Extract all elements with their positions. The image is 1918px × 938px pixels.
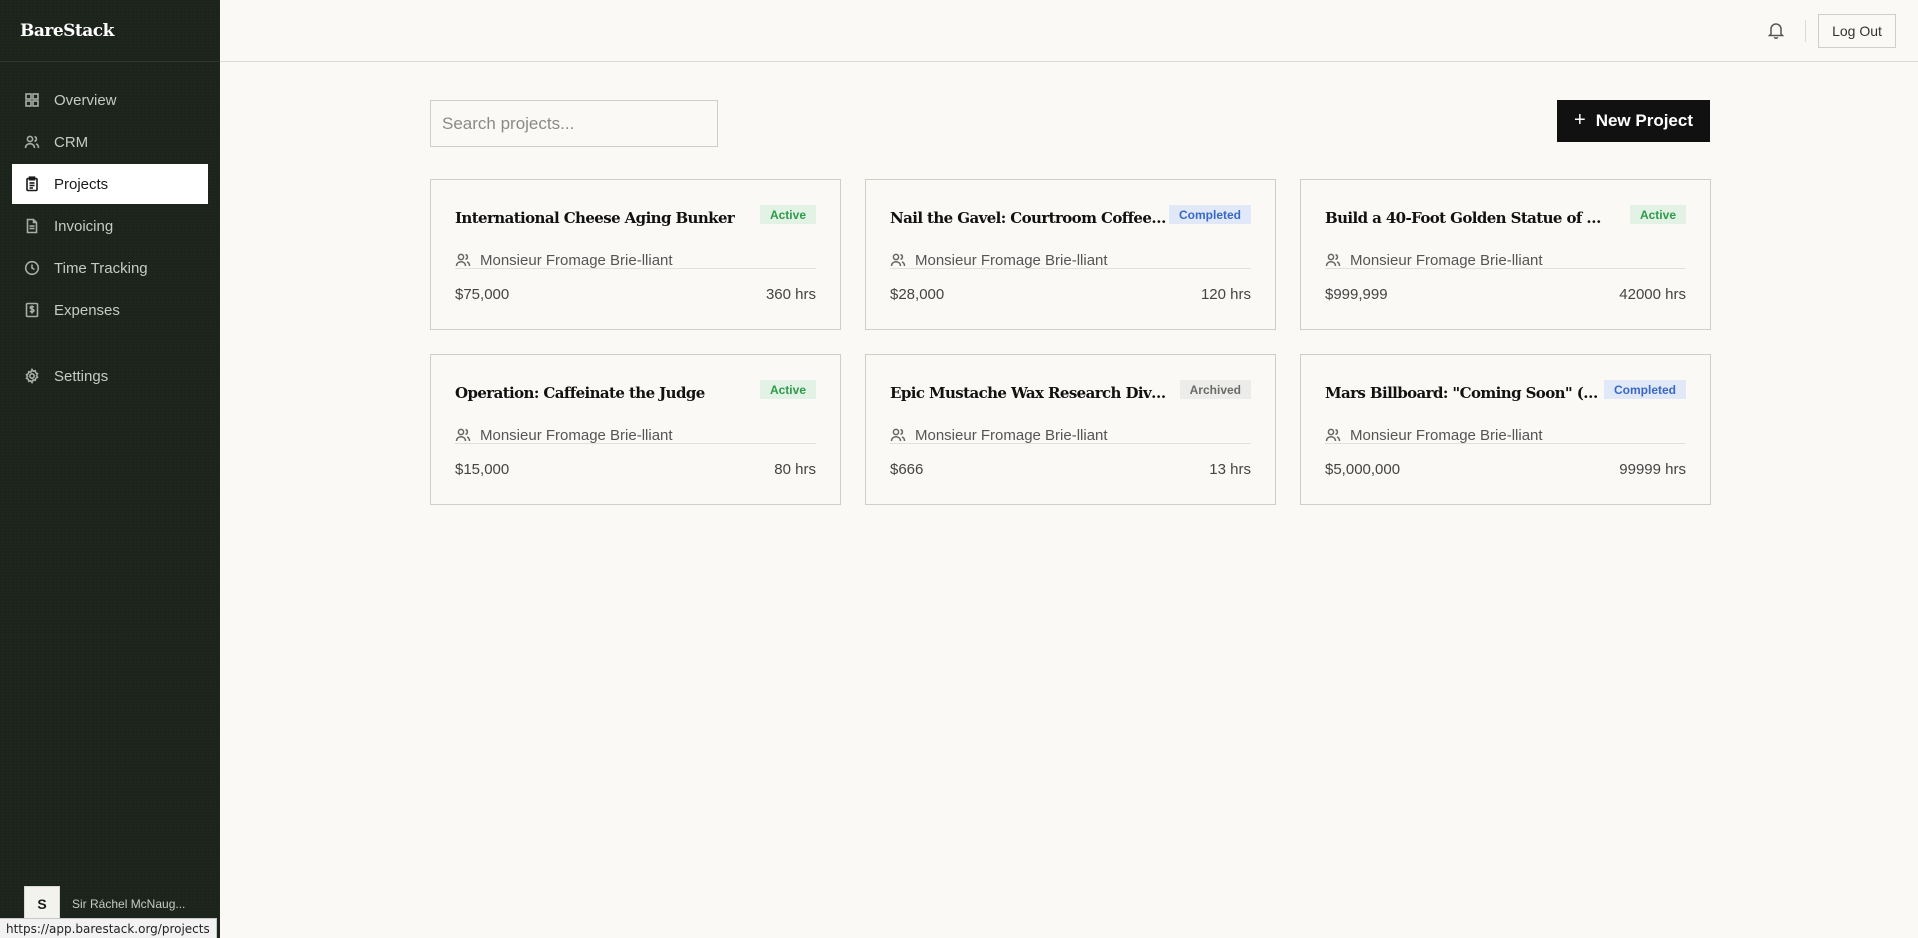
clipboard-icon	[24, 176, 40, 192]
project-title: Nail the Gavel: Courtroom Coffee Machine…	[890, 209, 1170, 227]
sidebar-item-invoicing[interactable]: Invoicing	[12, 206, 208, 246]
new-project-label: New Project	[1595, 111, 1693, 130]
project-client: Monsieur Fromage Brie-lliant	[455, 425, 816, 445]
project-hours: 360 hrs	[765, 286, 816, 303]
client-name: Monsieur Fromage Brie-lliant	[1350, 251, 1543, 269]
card-divider	[455, 268, 816, 269]
clock-icon	[24, 260, 40, 276]
project-client: Monsieur Fromage Brie-lliant	[890, 250, 1251, 270]
sidebar-item-label: CRM	[54, 133, 89, 151]
status-badge: Active	[1629, 205, 1686, 224]
sidebar-item-label: Invoicing	[54, 217, 114, 235]
projects-grid: International Cheese Aging Bunker Active…	[430, 179, 1711, 505]
sidebar-item-overview[interactable]: Overview	[12, 80, 208, 120]
users-icon	[455, 428, 471, 442]
project-hours: 120 hrs	[1200, 286, 1251, 303]
status-badge: Completed	[1603, 380, 1686, 399]
project-title: Build a 40-Foot Golden Statue of Sir Rác…	[1325, 209, 1605, 227]
project-title: Mars Billboard: "Coming Soon" (3 Years L…	[1325, 384, 1605, 402]
project-amount: $15,000	[455, 461, 510, 478]
users-icon	[24, 134, 40, 150]
project-hours: 13 hrs	[1209, 461, 1251, 478]
project-title: International Cheese Aging Bunker	[455, 209, 735, 227]
card-divider	[1325, 268, 1686, 269]
sidebar-item-projects[interactable]: Projects	[12, 164, 208, 204]
project-amount: $999,999	[1325, 286, 1388, 303]
project-amount: $5,000,000	[1325, 461, 1401, 478]
user-profile[interactable]: S Sir Ráchel McNaug...	[24, 886, 185, 922]
sidebar-item-label: Settings	[54, 367, 109, 385]
link-status-bar: https://app.barestack.org/projects	[0, 918, 217, 938]
client-name: Monsieur Fromage Brie-lliant	[915, 426, 1108, 444]
project-card[interactable]: Mars Billboard: "Coming Soon" (3 Years L…	[1300, 354, 1711, 505]
status-badge: Completed	[1168, 205, 1251, 224]
sidebar-item-expenses[interactable]: Expenses	[12, 290, 208, 330]
users-icon	[455, 253, 471, 267]
users-icon	[1325, 253, 1341, 267]
document-icon	[24, 218, 40, 234]
card-divider	[890, 268, 1251, 269]
logout-button[interactable]: Log Out	[1818, 14, 1896, 48]
sidebar-item-label: Overview	[54, 91, 117, 109]
project-card[interactable]: International Cheese Aging Bunker Active…	[430, 179, 841, 330]
users-icon	[1325, 428, 1341, 442]
new-project-button[interactable]: + New Project	[1557, 100, 1710, 142]
plus-icon: +	[1574, 108, 1586, 131]
project-hours: 99999 hrs	[1619, 461, 1686, 478]
project-client: Monsieur Fromage Brie-lliant	[890, 425, 1251, 445]
project-hours: 80 hrs	[774, 461, 816, 478]
sidebar-item-label: Time Tracking	[54, 259, 148, 277]
project-client: Monsieur Fromage Brie-lliant	[1325, 425, 1686, 445]
sidebar: BareStack Overview CRM Projects Invoicin…	[0, 0, 220, 938]
project-hours: 42000 hrs	[1619, 286, 1686, 303]
avatar: S	[24, 886, 60, 922]
card-divider	[890, 443, 1251, 444]
project-client: Monsieur Fromage Brie-lliant	[1325, 250, 1686, 270]
brand-logo[interactable]: BareStack	[0, 0, 220, 62]
user-name: Sir Ráchel McNaug...	[72, 897, 186, 911]
status-badge: Active	[759, 205, 816, 224]
project-amount: $28,000	[890, 286, 945, 303]
project-amount: $75,000	[455, 286, 510, 303]
project-card[interactable]: Epic Mustache Wax Research Division Arch…	[865, 354, 1276, 505]
card-divider	[1325, 443, 1686, 444]
client-name: Monsieur Fromage Brie-lliant	[915, 251, 1108, 269]
project-card[interactable]: Build a 40-Foot Golden Statue of Sir Rác…	[1300, 179, 1711, 330]
users-icon	[890, 428, 906, 442]
project-card[interactable]: Nail the Gavel: Courtroom Coffee Machine…	[865, 179, 1276, 330]
sidebar-item-settings[interactable]: Settings	[12, 356, 208, 396]
sidebar-item-label: Expenses	[54, 301, 120, 319]
users-icon	[890, 253, 906, 267]
sidebar-item-time-tracking[interactable]: Time Tracking	[12, 248, 208, 288]
project-amount: $666	[890, 461, 924, 478]
card-divider	[455, 443, 816, 444]
sidebar-nav: Overview CRM Projects Invoicing Time Tra…	[0, 62, 220, 396]
project-title: Operation: Caffeinate the Judge	[455, 384, 705, 402]
status-badge: Archived	[1179, 380, 1251, 399]
dollar-receipt-icon	[24, 302, 40, 318]
bell-icon[interactable]	[1766, 20, 1786, 40]
sidebar-item-crm[interactable]: CRM	[12, 122, 208, 162]
top-header: Log Out	[220, 0, 1918, 62]
header-divider	[1805, 20, 1806, 42]
client-name: Monsieur Fromage Brie-lliant	[480, 426, 673, 444]
project-client: Monsieur Fromage Brie-lliant	[455, 250, 816, 270]
project-title: Epic Mustache Wax Research Division	[890, 384, 1170, 402]
client-name: Monsieur Fromage Brie-lliant	[1350, 426, 1543, 444]
grid-icon	[24, 92, 40, 108]
sidebar-item-label: Projects	[54, 175, 109, 193]
client-name: Monsieur Fromage Brie-lliant	[480, 251, 673, 269]
gear-icon	[24, 368, 40, 384]
project-card[interactable]: Operation: Caffeinate the Judge Active M…	[430, 354, 841, 505]
status-badge: Active	[759, 380, 816, 399]
search-input[interactable]	[430, 100, 718, 147]
